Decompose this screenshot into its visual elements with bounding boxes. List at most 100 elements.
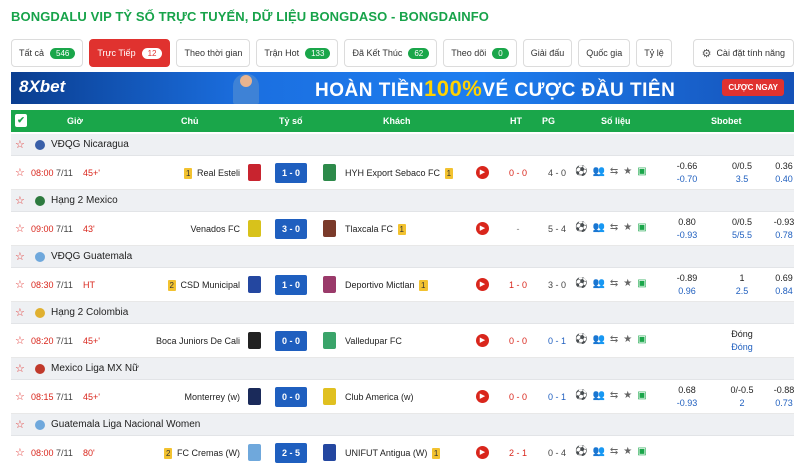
h2h-icon[interactable]: ⇆ <box>610 278 618 289</box>
odds-line[interactable]: 0/0.5 3.5 <box>721 160 763 186</box>
star-icon[interactable]: ☆ <box>15 362 25 375</box>
play-icon[interactable]: ▶ <box>476 278 489 291</box>
star-rating-icon[interactable]: ★ <box>623 222 632 233</box>
tv-icon[interactable]: ▣ <box>637 222 646 233</box>
ball-icon[interactable]: ⚽ <box>575 222 587 233</box>
star-rating-icon[interactable]: ★ <box>623 390 632 401</box>
tab-finished[interactable]: Đã Kết Thúc 62 <box>344 39 438 67</box>
league-row[interactable]: ☆ Guatemala Liga Nacional Women <box>11 414 794 436</box>
home-team[interactable]: 1 Real Esteli <box>182 168 240 179</box>
ball-icon[interactable]: ⚽ <box>575 166 587 177</box>
score-box[interactable]: 2 - 5 <box>275 443 307 463</box>
lineup-icon[interactable]: 👥 <box>592 390 604 401</box>
tab-following[interactable]: Theo dõi 0 <box>443 39 517 67</box>
h2h-icon[interactable]: ⇆ <box>610 446 618 457</box>
match-row[interactable]: ☆ 09:00 7/11 43' Venados FC 3 - 0 Tlaxca… <box>11 212 794 246</box>
odds-handicap[interactable]: 0.68 -0.93 <box>666 384 708 410</box>
away-team[interactable]: UNIFUT Antigua (W) 1 <box>345 448 442 459</box>
score-box[interactable]: 0 - 0 <box>275 387 307 407</box>
odds-overunder[interactable]: 0.69 0.84 <box>763 272 799 298</box>
odds-overunder[interactable]: -0.88 0.73 <box>763 384 799 410</box>
star-icon[interactable]: ☆ <box>15 306 25 319</box>
odds-handicap[interactable]: 0.80 -0.93 <box>666 216 708 242</box>
tab-all[interactable]: Tất cả 546 <box>11 39 84 67</box>
score-box[interactable]: 0 - 0 <box>275 331 307 351</box>
h2h-icon[interactable]: ⇆ <box>610 166 618 177</box>
odds-overunder[interactable]: 0.36 0.40 <box>763 160 799 186</box>
home-team[interactable]: Monterrey (w) <box>184 392 240 402</box>
star-rating-icon[interactable]: ★ <box>623 166 632 177</box>
odds-overunder[interactable]: -0.93 0.78 <box>763 216 799 242</box>
ball-icon[interactable]: ⚽ <box>575 446 587 457</box>
match-row[interactable]: ☆ 08:00 7/11 80' 2 FC Cremas (W) 2 - 5 U… <box>11 436 794 468</box>
star-rating-icon[interactable]: ★ <box>623 278 632 289</box>
star-rating-icon[interactable]: ★ <box>623 334 632 345</box>
away-team[interactable]: Deportivo Mictlan 1 <box>345 280 430 291</box>
play-icon[interactable]: ▶ <box>476 446 489 459</box>
ball-icon[interactable]: ⚽ <box>575 278 587 289</box>
away-team[interactable]: Tlaxcala FC 1 <box>345 224 408 235</box>
star-icon[interactable]: ☆ <box>15 446 25 459</box>
score-box[interactable]: 3 - 0 <box>275 219 307 239</box>
away-team[interactable]: HYH Export Sebaco FC 1 <box>345 168 455 179</box>
league-row[interactable]: ☆ Hạng 2 Colombia <box>11 302 794 324</box>
play-icon[interactable]: ▶ <box>476 222 489 235</box>
match-row[interactable]: ☆ 08:00 7/11 45+' 1 Real Esteli 1 - 0 HY… <box>11 156 794 190</box>
star-icon[interactable]: ☆ <box>15 334 25 347</box>
odds-line[interactable]: Đóng Đóng <box>721 328 763 354</box>
tv-icon[interactable]: ▣ <box>637 166 646 177</box>
tab-leagues[interactable]: Giải đấu <box>522 39 573 67</box>
lineup-icon[interactable]: 👥 <box>592 278 604 289</box>
score-box[interactable]: 1 - 0 <box>275 275 307 295</box>
star-icon[interactable]: ☆ <box>15 278 25 291</box>
match-row[interactable]: ☆ 08:15 7/11 45+' Monterrey (w) 0 - 0 Cl… <box>11 380 794 414</box>
lineup-icon[interactable]: 👥 <box>592 446 604 457</box>
h2h-icon[interactable]: ⇆ <box>610 334 618 345</box>
tab-by-time[interactable]: Theo thời gian <box>176 39 251 67</box>
league-row[interactable]: ☆ Mexico Liga MX Nữ <box>11 358 794 380</box>
match-row[interactable]: ☆ 08:30 7/11 HT 2 CSD Municipal 1 - 0 De… <box>11 268 794 302</box>
away-team[interactable]: Valledupar FC <box>345 336 402 346</box>
odds-line[interactable]: 0/0.5 5/5.5 <box>721 216 763 242</box>
league-row[interactable]: ☆ Hạng 2 Mexico <box>11 190 794 212</box>
lineup-icon[interactable]: 👥 <box>592 334 604 345</box>
odds-line[interactable]: 0/-0.5 2 <box>721 384 763 410</box>
select-all-checkbox[interactable]: ✔ <box>15 114 27 127</box>
home-team[interactable]: Venados FC <box>190 224 240 234</box>
promo-banner[interactable]: 8Xbet HOÀN TIỀN100%VÉ CƯỢC ĐẦU TIÊN CƯỢC… <box>11 72 794 104</box>
bet-now-button[interactable]: CƯỢC NGAY <box>722 79 784 96</box>
star-rating-icon[interactable]: ★ <box>623 446 632 457</box>
settings-button[interactable]: ⚙ Cài đặt tính năng <box>692 39 794 67</box>
odds-handicap[interactable]: -0.89 0.96 <box>666 272 708 298</box>
tv-icon[interactable]: ▣ <box>637 446 646 457</box>
score-box[interactable]: 1 - 0 <box>275 163 307 183</box>
star-icon[interactable]: ☆ <box>15 250 25 263</box>
odds-handicap[interactable]: -0.66 -0.70 <box>666 160 708 186</box>
league-row[interactable]: ☆ VĐQG Guatemala <box>11 246 794 268</box>
star-icon[interactable]: ☆ <box>15 222 25 235</box>
play-icon[interactable]: ▶ <box>476 166 489 179</box>
tv-icon[interactable]: ▣ <box>637 278 646 289</box>
play-icon[interactable]: ▶ <box>476 334 489 347</box>
star-icon[interactable]: ☆ <box>15 138 25 151</box>
ball-icon[interactable]: ⚽ <box>575 390 587 401</box>
away-team[interactable]: Club America (w) <box>345 392 414 402</box>
tab-odds[interactable]: Tỷ lệ <box>636 39 672 67</box>
league-row[interactable]: ☆ VĐQG Nicaragua <box>11 134 794 156</box>
play-icon[interactable]: ▶ <box>476 390 489 403</box>
lineup-icon[interactable]: 👥 <box>592 222 604 233</box>
tab-live[interactable]: Trực Tiếp 12 <box>89 39 171 67</box>
home-team[interactable]: 2 CSD Municipal <box>166 280 240 291</box>
star-icon[interactable]: ☆ <box>15 418 25 431</box>
home-team[interactable]: Boca Juniors De Cali <box>156 336 240 346</box>
tv-icon[interactable]: ▣ <box>637 334 646 345</box>
tv-icon[interactable]: ▣ <box>637 390 646 401</box>
tab-countries[interactable]: Quốc gia <box>578 39 631 67</box>
h2h-icon[interactable]: ⇆ <box>610 222 618 233</box>
home-team[interactable]: 2 FC Cremas (W) <box>162 448 240 459</box>
tab-hot[interactable]: Trận Hot 133 <box>256 39 339 67</box>
odds-line[interactable]: 1 2.5 <box>721 272 763 298</box>
lineup-icon[interactable]: 👥 <box>592 166 604 177</box>
star-icon[interactable]: ☆ <box>15 194 25 207</box>
match-row[interactable]: ☆ 08:20 7/11 45+' Boca Juniors De Cali 0… <box>11 324 794 358</box>
